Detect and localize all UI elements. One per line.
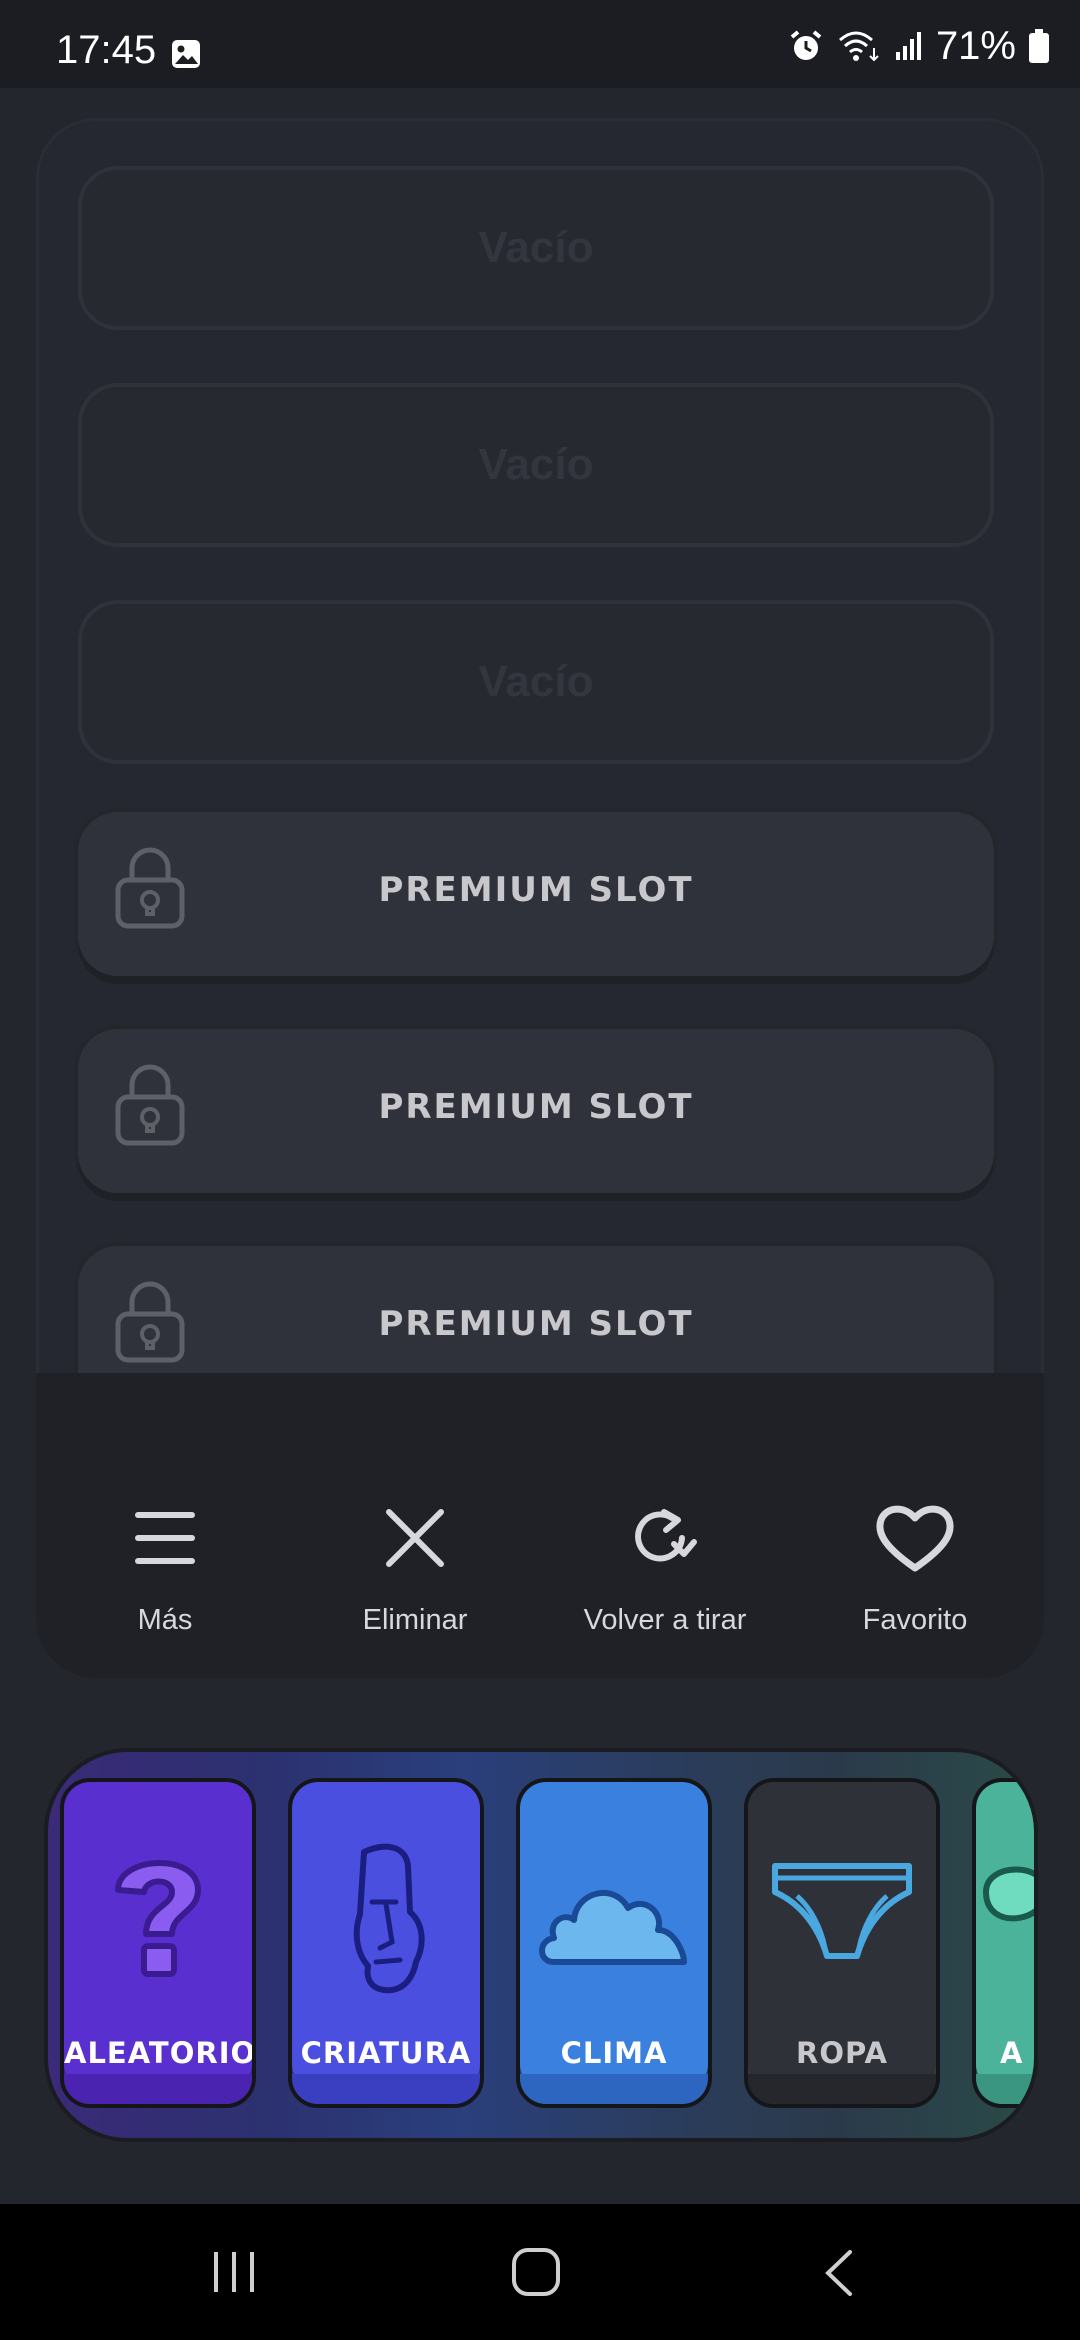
alarm-icon: [790, 30, 822, 60]
battery-icon: [1029, 29, 1049, 63]
premium-slot-label: PREMIUM SLOT: [378, 870, 694, 910]
lock-icon: [115, 1064, 185, 1146]
empty-slot[interactable]: Vacío: [78, 383, 994, 547]
status-time: 17:45: [56, 28, 157, 72]
slot-panel: Vacío Vacío Vacío PREMIUM SLOT PREMIUM S…: [36, 118, 1044, 1678]
heart-icon: [876, 1505, 954, 1572]
close-icon: [386, 1509, 444, 1567]
refresh-icon: [635, 1509, 697, 1562]
status-icons: 71%: [788, 24, 1050, 68]
more-label: Más: [137, 1604, 193, 1636]
question-mark-icon: [115, 1860, 201, 1977]
empty-slot[interactable]: Vacío: [78, 600, 994, 764]
delete-label: Eliminar: [362, 1604, 468, 1636]
category-card-ropa[interactable]: ROPA: [744, 1778, 940, 2108]
battery-percent: 71%: [935, 23, 1016, 68]
recent-apps-icon[interactable]: [210, 2248, 258, 2296]
delete-button[interactable]: Eliminar: [290, 1498, 540, 1637]
slot-list[interactable]: Vacío Vacío Vacío PREMIUM SLOT PREMIUM S…: [36, 118, 1044, 1373]
category-label: CLIMA: [560, 2036, 668, 2070]
reroll-label: Volver a tirar: [583, 1604, 747, 1636]
category-label: ROPA: [795, 2036, 889, 2070]
underwear-icon: [772, 1863, 912, 1959]
cloud-icon: [539, 1889, 687, 1965]
more-button[interactable]: Más: [40, 1498, 290, 1637]
premium-slot-label: PREMIUM SLOT: [378, 1087, 694, 1127]
category-card-partial[interactable]: A: [972, 1778, 1034, 2108]
partial-icon: [982, 1866, 1034, 1922]
premium-slot[interactable]: PREMIUM SLOT: [78, 1246, 994, 1373]
status-bar: 17:45 71%: [0, 0, 1080, 88]
gallery-icon: [172, 40, 200, 68]
lock-icon: [115, 847, 185, 929]
favorite-button[interactable]: Favorito: [790, 1498, 1040, 1637]
category-label: ALEATORIO: [64, 2036, 256, 2070]
premium-slot-label: PREMIUM SLOT: [378, 1304, 694, 1344]
reroll-button[interactable]: Volver a tirar: [540, 1498, 790, 1637]
category-card-criatura[interactable]: CRIATURA: [288, 1778, 484, 2108]
category-label: A: [1000, 2036, 1024, 2070]
menu-icon: [135, 1512, 195, 1564]
category-label: CRIATURA: [300, 2036, 472, 2070]
lock-icon: [115, 1281, 185, 1363]
back-icon[interactable]: [820, 2248, 860, 2298]
premium-slot[interactable]: PREMIUM SLOT: [78, 1029, 994, 1193]
signal-icon: [895, 32, 921, 60]
category-card-aleatorio[interactable]: ALEATORIO: [60, 1778, 256, 2108]
system-nav-bar: [0, 2204, 1080, 2340]
category-card-clima[interactable]: CLIMA: [516, 1778, 712, 2108]
favorite-label: Favorito: [862, 1604, 968, 1636]
home-icon[interactable]: [510, 2246, 562, 2298]
moai-icon: [353, 1843, 425, 1994]
category-carousel[interactable]: ALEATORIO CRIATURA CLIMA ROPA A: [48, 1752, 1034, 2138]
empty-slot[interactable]: Vacío: [78, 166, 994, 330]
wifi-icon: [838, 31, 879, 62]
premium-slot[interactable]: PREMIUM SLOT: [78, 812, 994, 976]
